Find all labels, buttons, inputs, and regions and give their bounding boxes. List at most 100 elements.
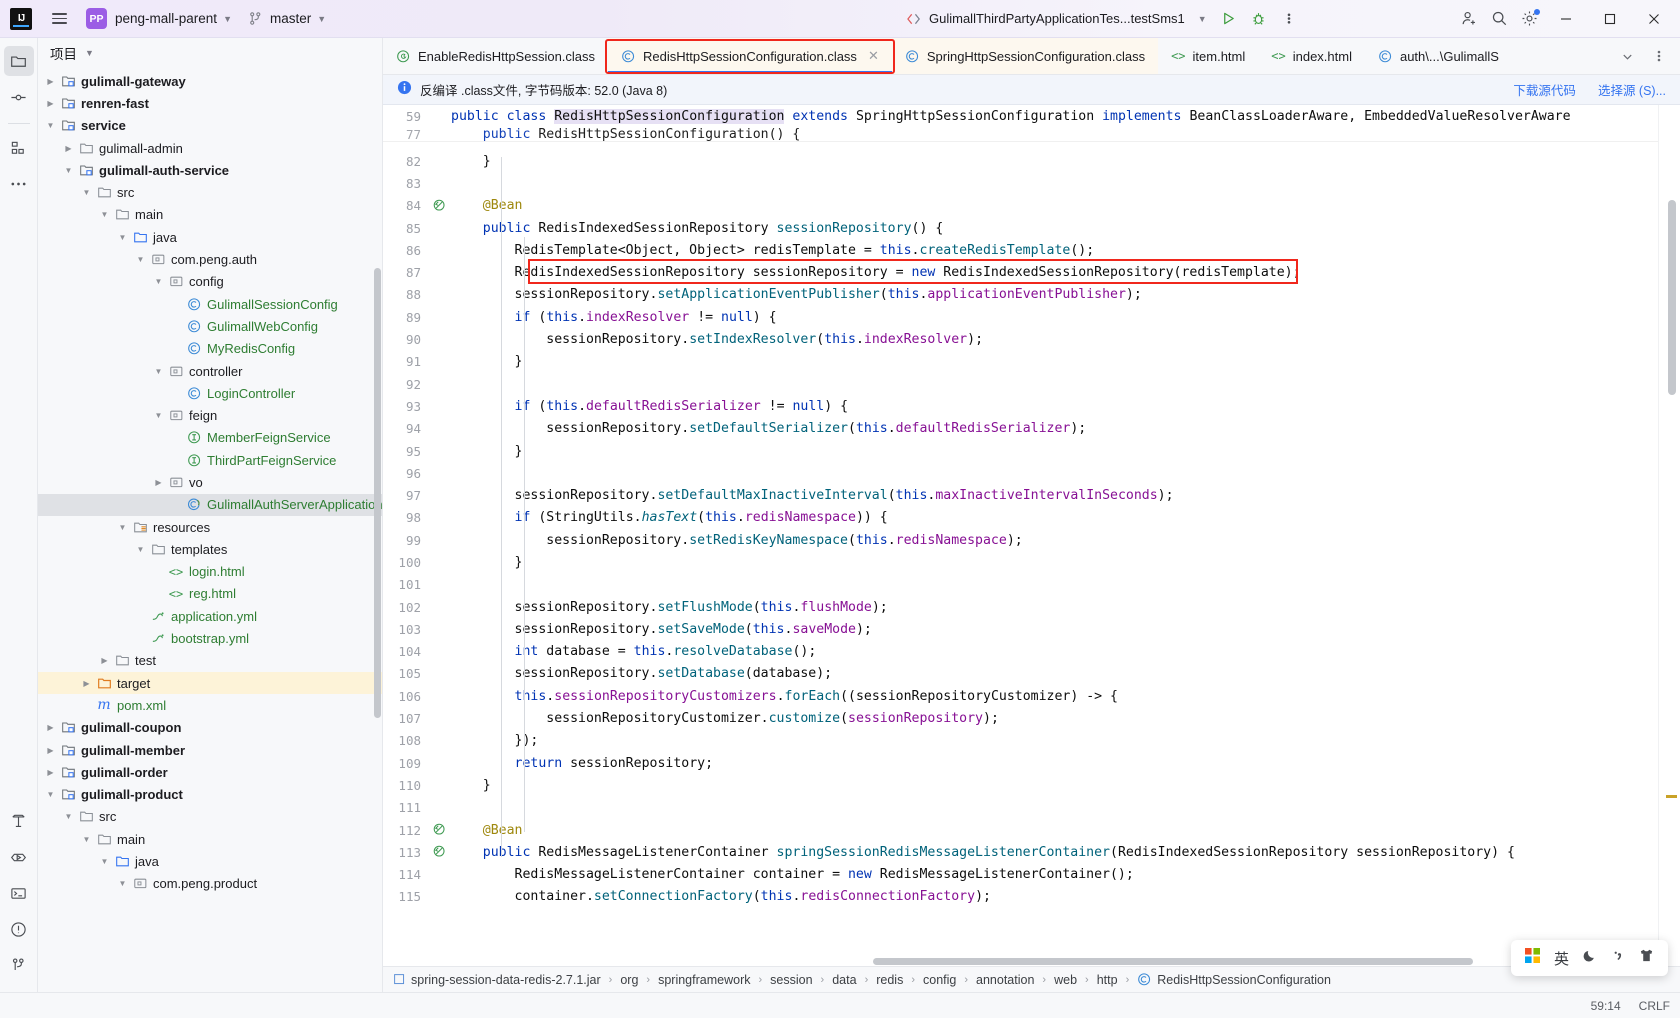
tab-list-chevron-down-icon[interactable] bbox=[1612, 42, 1642, 70]
tree-node[interactable]: ThirdPartFeignService bbox=[38, 449, 382, 471]
code-line[interactable]: 86 RedisTemplate<Object, Object> redisTe… bbox=[383, 239, 1658, 261]
chevron-down-icon[interactable]: ▼ bbox=[60, 812, 77, 821]
tree-node[interactable]: ▶ vo bbox=[38, 471, 382, 493]
tree-node[interactable]: <> login.html bbox=[38, 561, 382, 583]
git-icon[interactable] bbox=[4, 950, 34, 980]
tree-node[interactable]: ▼ service bbox=[38, 115, 382, 137]
tree-node[interactable]: ▶ gulimall-coupon bbox=[38, 717, 382, 739]
breadcrumb-item[interactable]: spring-session-data-redis-2.7.1.jar bbox=[393, 973, 601, 987]
chevron-right-icon[interactable]: ▶ bbox=[42, 99, 59, 108]
code-line[interactable]: 93 if (this.defaultRedisSerializer != nu… bbox=[383, 395, 1658, 417]
chevron-down-icon[interactable]: ▼ bbox=[78, 835, 95, 844]
close-icon[interactable] bbox=[1632, 0, 1676, 38]
chevron-down-icon[interactable]: ▼ bbox=[42, 121, 59, 130]
chevron-down-icon[interactable]: ▼ bbox=[114, 523, 131, 532]
editor-tab[interactable]: <> index.html bbox=[1258, 38, 1365, 74]
tree-node[interactable]: ▼ com.peng.auth bbox=[38, 248, 382, 270]
hamburger-icon[interactable] bbox=[46, 6, 72, 32]
breadcrumb-item[interactable]: redis bbox=[876, 973, 903, 987]
editor-tab[interactable]: <> item.html bbox=[1158, 38, 1258, 74]
tree-node[interactable]: ▶ target bbox=[38, 672, 382, 695]
debug-icon[interactable] bbox=[1244, 5, 1274, 33]
tree-node[interactable]: MyRedisConfig bbox=[38, 338, 382, 360]
code-line[interactable]: 96 bbox=[383, 462, 1658, 484]
chevron-down-icon[interactable]: ▼ bbox=[132, 545, 149, 554]
chevron-down-icon[interactable]: ▼ bbox=[42, 790, 59, 799]
code-line[interactable]: 88 sessionRepository.setApplicationEvent… bbox=[383, 284, 1658, 306]
horizontal-scrollbar[interactable] bbox=[383, 957, 1636, 966]
editor-tab[interactable]: SpringHttpSessionConfiguration.class bbox=[891, 38, 1159, 74]
tree-node[interactable]: ▼ com.peng.product bbox=[38, 873, 382, 895]
chevron-down-icon[interactable]: ▼ bbox=[96, 210, 113, 219]
tree-node[interactable]: GulimallWebConfig bbox=[38, 315, 382, 337]
caret-position[interactable]: 59:14 bbox=[1591, 999, 1621, 1013]
code-line[interactable]: 108 }); bbox=[383, 730, 1658, 752]
minimize-icon[interactable] bbox=[1544, 0, 1588, 38]
code-line[interactable]: 105 sessionRepository.setDatabase(databa… bbox=[383, 663, 1658, 685]
chevron-down-icon[interactable]: ▼ bbox=[150, 367, 167, 376]
tree-node[interactable]: ▼ templates bbox=[38, 538, 382, 560]
code-line[interactable]: 114 RedisMessageListenerContainer contai… bbox=[383, 864, 1658, 886]
tree-node[interactable]: ▶ gulimall-gateway bbox=[38, 70, 382, 92]
code-line[interactable]: 82 } bbox=[383, 150, 1658, 172]
editor-right-gutter[interactable] bbox=[1658, 105, 1680, 966]
chevron-down-icon[interactable]: ▼ bbox=[150, 277, 167, 286]
problems-icon[interactable] bbox=[4, 914, 34, 944]
project-panel-chevron-down-icon[interactable]: ▼ bbox=[85, 48, 94, 58]
download-sources-link[interactable]: 下载源代码 bbox=[1513, 80, 1576, 99]
chevron-right-icon[interactable]: ▶ bbox=[42, 723, 59, 732]
tree-node[interactable]: m pom.xml bbox=[38, 694, 382, 716]
code-line[interactable]: 94 sessionRepository.setDefaultSerialize… bbox=[383, 418, 1658, 440]
breadcrumb-item[interactable]: config bbox=[923, 973, 956, 987]
tree-node[interactable]: ▼ src bbox=[38, 181, 382, 203]
code-line[interactable]: 100 } bbox=[383, 551, 1658, 573]
line-separator[interactable]: CRLF bbox=[1639, 999, 1670, 1013]
search-icon[interactable] bbox=[1484, 5, 1514, 33]
code-line[interactable]: 111 bbox=[383, 797, 1658, 819]
branch-name[interactable]: master bbox=[270, 11, 311, 26]
chevron-down-icon[interactable]: ▼ bbox=[114, 233, 131, 242]
project-folder-icon[interactable] bbox=[3, 46, 34, 76]
gutter-icon[interactable] bbox=[429, 199, 451, 213]
tree-node[interactable]: ▼ main bbox=[38, 204, 382, 226]
code-line[interactable]: 113 public RedisMessageListenerContainer… bbox=[383, 841, 1658, 863]
maximize-icon[interactable] bbox=[1588, 0, 1632, 38]
tree-node[interactable]: ▼ java bbox=[38, 850, 382, 872]
code-line[interactable]: 83 bbox=[383, 172, 1658, 194]
chevron-right-icon[interactable]: ▶ bbox=[150, 478, 167, 487]
code-line[interactable]: 115 container.setConnectionFactory(this.… bbox=[383, 886, 1658, 908]
editor-tab[interactable]: EnableRedisHttpSession.class bbox=[383, 38, 608, 74]
code-line[interactable]: 104 int database = this.resolveDatabase(… bbox=[383, 641, 1658, 663]
project-chevron-down-icon[interactable]: ▼ bbox=[223, 14, 232, 24]
moon-icon[interactable] bbox=[1583, 948, 1598, 968]
editor-tab[interactable]: auth\...\GulimallS bbox=[1365, 38, 1512, 74]
run-config-chevron-down-icon[interactable]: ▼ bbox=[1198, 14, 1207, 24]
run-icon[interactable] bbox=[1214, 5, 1244, 33]
run-config-selector[interactable]: GulimallThirdPartyApplicationTes...testS… bbox=[900, 8, 1214, 29]
tree-node[interactable]: MemberFeignService bbox=[38, 427, 382, 449]
tree-node[interactable]: bootstrap.yml bbox=[38, 627, 382, 649]
vertical-scrollbar-thumb[interactable] bbox=[1668, 200, 1676, 395]
tree-node[interactable]: <> reg.html bbox=[38, 583, 382, 605]
chevron-down-icon[interactable]: ▼ bbox=[96, 857, 113, 866]
code-lines[interactable]: 82 } 83 84 @Bean 85 public RedisIndexedSess… bbox=[383, 105, 1658, 908]
more-tool-windows-icon[interactable] bbox=[4, 169, 34, 199]
breadcrumb-item[interactable]: org bbox=[620, 973, 638, 987]
chevron-down-icon[interactable]: ▼ bbox=[132, 255, 149, 264]
chevron-right-icon[interactable]: ▶ bbox=[60, 144, 77, 153]
tree-node[interactable]: LoginController bbox=[38, 382, 382, 404]
code-line[interactable]: 99 sessionRepository.setRedisKeyNamespac… bbox=[383, 529, 1658, 551]
tree-node[interactable]: ▼ controller bbox=[38, 360, 382, 382]
code-line[interactable]: 91 } bbox=[383, 351, 1658, 373]
tree-node[interactable]: ▶ test bbox=[38, 650, 382, 672]
breadcrumb-item[interactable]: session bbox=[770, 973, 812, 987]
code-line[interactable]: 98 if (StringUtils.hasText(this.redisNam… bbox=[383, 507, 1658, 529]
breadcrumb-item[interactable]: springframework bbox=[658, 973, 750, 987]
tab-more-icon[interactable] bbox=[1644, 42, 1674, 70]
chevron-right-icon[interactable]: ▶ bbox=[78, 679, 95, 688]
tree-node[interactable]: ▼ resources bbox=[38, 516, 382, 538]
shirt-icon[interactable] bbox=[1639, 948, 1654, 968]
code-line[interactable]: 112 @Bean bbox=[383, 819, 1658, 841]
code-line[interactable]: 109 return sessionRepository; bbox=[383, 752, 1658, 774]
code-line[interactable]: 102 sessionRepository.setFlushMode(this.… bbox=[383, 596, 1658, 618]
